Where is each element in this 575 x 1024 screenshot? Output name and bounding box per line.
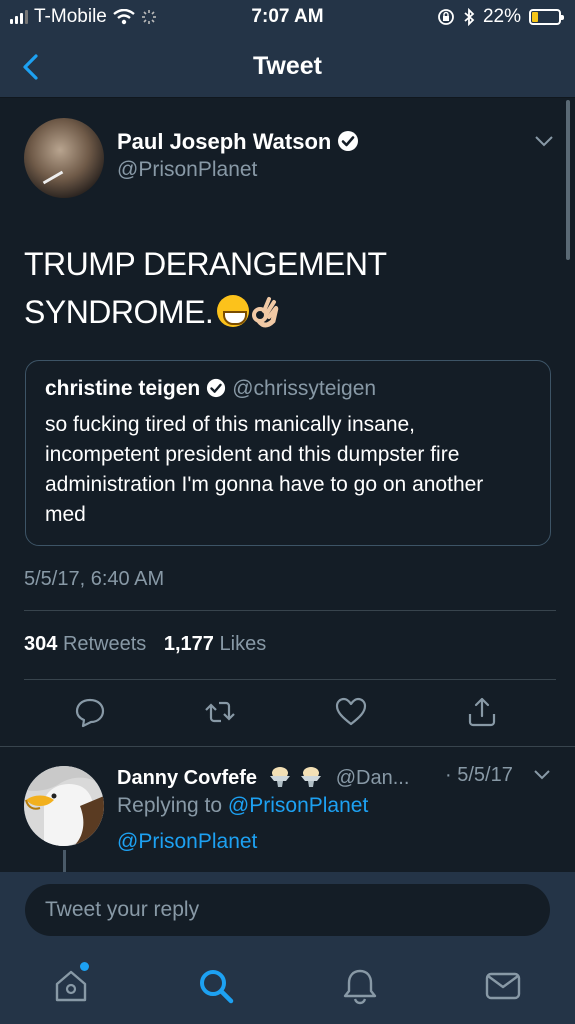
cigarette-detail [42,170,64,185]
replying-to-prefix: Replying to [117,794,223,817]
bluetooth-icon [464,8,475,26]
author-name-text: Paul Joseph Watson [117,129,332,154]
grinning-face-emoji-icon [217,295,250,327]
scrollbar[interactable] [566,100,570,260]
verified-badge-icon [207,378,226,398]
navigation-bar: Tweet [0,34,575,98]
tweet-actions [0,695,575,735]
eagle-avatar-icon [24,766,104,846]
reply-icon[interactable] [73,695,107,729]
tab-bar [0,950,575,1024]
quote-author-name: christine teigen [45,377,201,400]
home-icon[interactable] [51,966,91,1006]
reply-author-avatar[interactable] [24,766,104,846]
quote-author-handle: @chrissyteigen [232,377,377,400]
notification-dot [80,962,89,971]
search-icon[interactable] [196,966,236,1006]
tweet-text-line2-wrap: SYNDROME. [24,288,544,336]
reply-text-mention[interactable]: @PrisonPlanet [117,830,257,854]
reply-composer [0,872,575,950]
battery-percent: 22% [482,6,521,27]
chevron-down-icon[interactable] [532,768,552,782]
quote-text: so fucking tired of this manically insan… [45,413,484,526]
page-title: Tweet [253,52,322,80]
status-right: 22% [437,6,564,28]
thread-line [63,850,66,872]
divider [24,610,556,611]
replying-to: Replying to @PrisonPlanet [117,794,368,818]
notifications-icon[interactable] [340,966,380,1006]
author-avatar[interactable] [24,118,104,198]
ice-cream-emoji-icon [269,767,290,787]
retweet-icon[interactable] [203,695,237,729]
tweet-stats: 304 Retweets 1,177 Likes [24,633,278,656]
back-button[interactable] [14,50,48,84]
tweet-timestamp: 5/5/17, 6:40 AM [24,568,165,590]
ok-hand-emoji-icon [252,297,279,328]
share-icon[interactable] [465,695,499,729]
likes-label[interactable]: Likes [220,633,267,655]
retweets-label[interactable]: Retweets [63,633,146,655]
tweet-text-line1: TRUMP DERANGEMENT [24,246,387,282]
reply-input[interactable] [25,884,550,936]
rotation-lock-icon [438,9,454,25]
tweet-text-line2: SYNDROME. [24,294,214,330]
chevron-left-icon [23,54,38,80]
quoted-tweet[interactable]: christine teigen @chrissyteigen so fucki… [25,360,551,546]
retweets-count[interactable]: 304 [24,633,57,655]
quote-header: christine teigen @chrissyteigen [45,377,376,401]
chevron-down-icon[interactable] [533,134,555,148]
tweet-text: TRUMP DERANGEMENT SYNDROME. [24,240,544,336]
like-icon[interactable] [334,695,368,729]
author-handle[interactable]: @PrisonPlanet [117,158,257,182]
status-bar: T-Mobile 7:07 AM 22% [0,0,575,34]
author-name[interactable]: Paul Joseph Watson [117,129,359,155]
replying-to-link[interactable]: @PrisonPlanet [228,794,368,817]
likes-count[interactable]: 1,177 [164,633,214,655]
messages-icon[interactable] [483,966,523,1006]
reply-tweet[interactable]: Danny Covfefe @Dan... · 5/5/17 Replying … [0,746,575,872]
ice-cream-emoji-icon [301,767,322,787]
reply-author-name[interactable]: Danny Covfefe [117,767,257,789]
verified-badge-icon [338,131,359,151]
battery-level [532,12,539,22]
battery-icon [529,9,564,25]
divider [24,679,556,680]
reply-header: Danny Covfefe @Dan... [117,764,409,790]
reply-date: · 5/5/17 [445,764,513,786]
reply-author-handle[interactable]: @Dan... [336,767,410,789]
